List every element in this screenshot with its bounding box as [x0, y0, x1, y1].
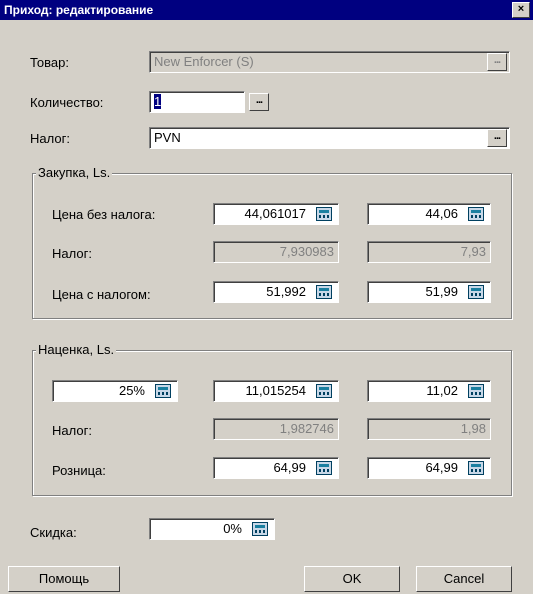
calculator-icon[interactable] [316, 285, 332, 299]
purchase-tax-field-1: 7,930983 [213, 241, 339, 263]
title-bar: Приход: редактирование × [0, 0, 533, 20]
close-button[interactable]: × [512, 2, 530, 18]
calculator-icon[interactable] [468, 384, 484, 398]
calculator-icon[interactable] [468, 461, 484, 475]
calculator-icon[interactable] [316, 207, 332, 221]
quantity-field[interactable]: 1 [149, 91, 245, 113]
tax-browse-button[interactable]: ... [487, 129, 507, 147]
markup-tax-field-2: 1,98 [367, 418, 491, 440]
cancel-button[interactable]: Cancel [416, 566, 512, 592]
calculator-icon[interactable] [155, 384, 171, 398]
calculator-icon[interactable] [468, 207, 484, 221]
price-no-tax-label: Цена без налога: [52, 207, 156, 222]
quantity-button[interactable]: ... [249, 93, 269, 111]
markup-tax-label: Налог: [52, 423, 92, 438]
product-value: New Enforcer (S) [154, 54, 254, 69]
quantity-label: Количество: [30, 95, 104, 110]
calculator-icon[interactable] [316, 384, 332, 398]
markup-group-title: Наценка, Ls. [36, 342, 117, 357]
quantity-value: 1 [154, 94, 162, 109]
calculator-icon[interactable] [252, 522, 268, 536]
purchase-tax-field-2: 7,93 [367, 241, 491, 263]
calculator-icon[interactable] [316, 461, 332, 475]
tax-label: Налог: [30, 131, 70, 146]
window-title: Приход: редактирование [4, 3, 154, 17]
tax-field[interactable]: PVN [149, 127, 510, 149]
markup-tax-field-1: 1,982746 [213, 418, 339, 440]
product-browse-button: ... [487, 53, 507, 71]
tax-value: PVN [154, 130, 181, 145]
product-label: Товар: [30, 55, 69, 70]
discount-label: Скидка: [30, 525, 77, 540]
ok-button[interactable]: OK [304, 566, 400, 592]
retail-label: Розница: [52, 463, 106, 478]
price-with-tax-label: Цена с налогом: [52, 287, 151, 302]
purchase-group-title: Закупка, Ls. [36, 165, 113, 180]
help-button[interactable]: Помощь [8, 566, 120, 592]
product-field: New Enforcer (S) [149, 51, 510, 73]
calculator-icon[interactable] [468, 285, 484, 299]
purchase-tax-label: Налог: [52, 246, 92, 261]
